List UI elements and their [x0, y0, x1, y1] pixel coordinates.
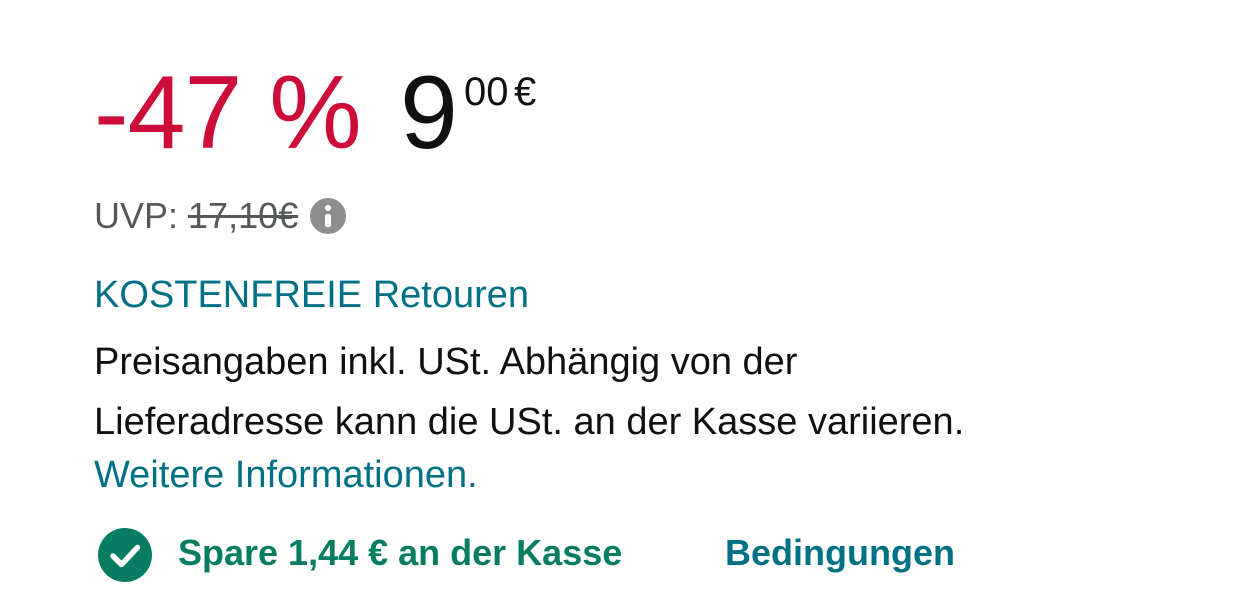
info-icon[interactable] — [310, 198, 347, 234]
tax-note-line-1: Preisangaben inkl. USt. Abhängig von der — [94, 341, 798, 383]
price-whole: 9 — [400, 55, 458, 171]
list-price-value: 17,10€ — [188, 195, 299, 236]
tax-note: Preisangaben inkl. USt. Abhängig von der… — [94, 332, 1194, 452]
coupon-savings-text: Spare 1,44 € an der Kasse — [178, 532, 623, 573]
list-price-label: UVP: — [94, 195, 179, 236]
check-circle-icon — [98, 528, 152, 582]
discount-percentage: -47 % — [94, 55, 362, 171]
more-info-link[interactable]: Weitere Informationen. — [94, 452, 478, 498]
price-fraction: 00 — [464, 70, 509, 114]
list-price-row: UVP: 17,10€ — [94, 194, 347, 238]
free-returns-link[interactable]: KOSTENFREIE Retouren — [94, 272, 529, 318]
tax-note-line-2: Lieferadresse kann die USt. an der Kasse… — [94, 401, 965, 443]
price-currency: € — [514, 70, 537, 114]
coupon-terms-link[interactable]: Bedingungen — [725, 530, 955, 576]
